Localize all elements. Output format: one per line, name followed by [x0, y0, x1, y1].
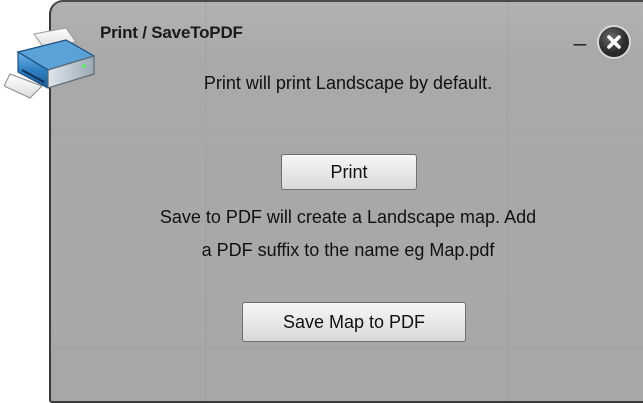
- pdf-info-line-1: Save to PDF will create a Landscape map.…: [159, 207, 537, 227]
- minimize-button[interactable]: _: [569, 23, 591, 48]
- print-info-text: Print will print Landscape by default.: [203, 73, 493, 93]
- save-map-to-pdf-button[interactable]: Save Map to PDF: [242, 302, 466, 342]
- stage: Print / SaveToPDF _ Print will print Lan…: [0, 0, 643, 403]
- close-icon: [607, 35, 621, 49]
- pdf-info-line-2: a PDF suffix to the name eg Map.pdf: [201, 240, 495, 260]
- printer-icon: [4, 27, 96, 99]
- print-dialog: Print / SaveToPDF _ Print will print Lan…: [49, 0, 643, 403]
- close-button[interactable]: [599, 27, 629, 57]
- print-button[interactable]: Print: [281, 154, 417, 190]
- dialog-title: Print / SaveToPDF: [100, 23, 243, 42]
